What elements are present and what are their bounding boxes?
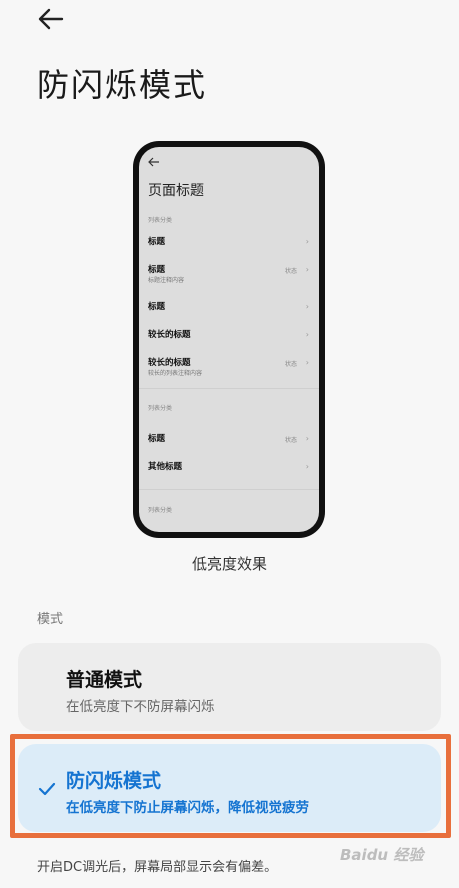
chevron-right-icon: ›: [305, 330, 309, 339]
chevron-right-icon: ›: [305, 302, 309, 311]
mode-section-label: 模式: [37, 612, 64, 627]
option-title: 普通模式: [66, 669, 143, 691]
preview-item-status: 状态: [284, 437, 297, 444]
chevron-right-icon: ›: [305, 462, 309, 471]
preview-item-title: 标题: [148, 265, 166, 275]
preview-caption: 低亮度效果: [191, 555, 267, 573]
watermark: Baidu 经验: [340, 846, 424, 864]
preview-list-item: 较长的标题 较长的列表注释内容 状态 ›: [148, 356, 309, 382]
preview-item-title: 标题: [148, 237, 166, 247]
preview-item-title: 标题: [148, 302, 166, 312]
preview-item-status: 状态: [284, 268, 297, 275]
phone-preview-screen: 页面标题 列表分类 标题 › 标题 标题注释内容 状态 › 标题 › 较长的标题…: [139, 147, 319, 532]
dc-dimming-footnote: 开启DC调光后，屏幕局部显示会有偏差。: [37, 860, 278, 875]
preview-category-label: 列表分类: [148, 507, 173, 514]
preview-item-title: 其他标题: [148, 462, 183, 472]
chevron-right-icon: ›: [305, 237, 309, 246]
phone-preview: 页面标题 列表分类 标题 › 标题 标题注释内容 状态 › 标题 › 较长的标题…: [133, 141, 325, 538]
option-title: 防闪烁模式: [66, 770, 162, 792]
preview-divider: [139, 489, 319, 490]
chevron-right-icon: ›: [305, 434, 309, 443]
preview-item-title: 较长的标题: [148, 330, 191, 340]
option-description: 在低亮度下不防屏幕闪烁: [66, 699, 215, 715]
preview-list-item: 较长的标题 ›: [148, 328, 309, 354]
back-button[interactable]: [36, 6, 66, 32]
anti-flicker-mode-option[interactable]: 防闪烁模式 在低亮度下防止屏幕闪烁，降低视觉疲劳: [18, 744, 441, 832]
preview-item-subtitle: 较长的列表注释内容: [148, 370, 203, 377]
preview-list-item: 标题 标题注释内容 状态 ›: [148, 263, 309, 289]
preview-arrow-left-icon: [148, 157, 159, 167]
check-icon: [38, 782, 56, 796]
preview-item-status: 状态: [284, 361, 297, 368]
preview-item-title: 标题: [148, 434, 166, 444]
preview-list-item: 标题 ›: [148, 235, 309, 261]
arrow-left-icon: [38, 8, 64, 30]
normal-mode-option[interactable]: 普通模式 在低亮度下不防屏幕闪烁: [18, 643, 441, 731]
chevron-right-icon: ›: [305, 265, 309, 274]
preview-list-item: 其他标题 ›: [148, 460, 309, 486]
preview-divider: [139, 388, 319, 389]
option-description: 在低亮度下防止屏幕闪烁，降低视觉疲劳: [66, 800, 309, 816]
preview-item-title: 较长的标题: [148, 358, 191, 368]
preview-page-title: 页面标题: [148, 183, 204, 199]
preview-list-item: 标题 状态 ›: [148, 432, 309, 458]
preview-list-item: 标题 ›: [148, 300, 309, 326]
preview-category-label: 列表分类: [148, 405, 173, 412]
chevron-right-icon: ›: [305, 358, 309, 367]
preview-item-subtitle: 标题注释内容: [148, 277, 185, 284]
page-title: 防闪烁模式: [37, 66, 208, 104]
preview-category-label: 列表分类: [148, 217, 173, 224]
